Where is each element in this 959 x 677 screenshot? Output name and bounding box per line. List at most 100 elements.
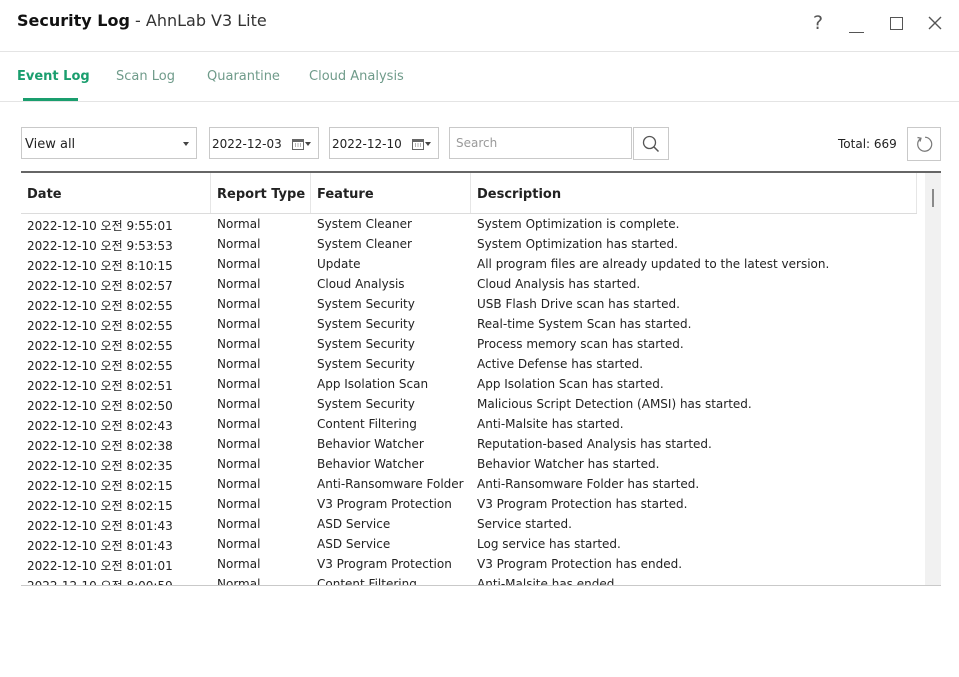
cell-date: 2022-12-10 오전 8:02:55: [27, 299, 173, 313]
cell-date: 2022-12-10 오전 8:01:43: [27, 539, 173, 553]
cell-feature: Behavior Watcher: [317, 457, 424, 471]
column-header-date[interactable]: Date: [21, 173, 211, 213]
end-date-picker[interactable]: 2022-12-10: [329, 127, 439, 159]
cell-report-type: Normal: [217, 477, 261, 491]
column-header-report-type[interactable]: Report Type: [211, 173, 311, 213]
cell-description: System Optimization has started.: [477, 237, 678, 251]
cell-feature: Cloud Analysis: [317, 277, 405, 291]
cell-feature: Content Filtering: [317, 417, 417, 431]
cell-feature: System Security: [317, 357, 415, 371]
cell-date: 2022-12-10 오전 9:55:01: [27, 219, 173, 233]
cell-date: 2022-12-10 오전 8:01:01: [27, 559, 173, 573]
column-header-label: Feature: [317, 187, 374, 202]
cell-description: Reputation-based Analysis has started.: [477, 437, 712, 451]
cell-report-type: Normal: [217, 357, 261, 371]
table-row[interactable]: 2022-12-10 오전 8:02:55 Normal System Securi…: [21, 314, 917, 334]
cell-report-type: Normal: [217, 277, 261, 291]
search-button[interactable]: [633, 127, 669, 160]
tab-event-log[interactable]: Event Log: [17, 69, 90, 84]
cell-report-type: Normal: [217, 257, 261, 271]
column-header-label: Description: [477, 187, 562, 202]
cell-date: 2022-12-10 오전 8:02:55: [27, 359, 173, 373]
cell-description: V3 Program Protection has ended.: [477, 557, 683, 571]
help-button[interactable]: ?: [803, 8, 833, 38]
chevron-down-icon: [183, 142, 189, 146]
search-input[interactable]: [449, 127, 632, 159]
view-filter-dropdown[interactable]: View all: [21, 127, 197, 159]
table-row[interactable]: 2022-12-10 오전 8:02:55 Normal System Securi…: [21, 294, 917, 314]
cell-description: V3 Program Protection has started.: [477, 497, 688, 511]
table-row[interactable]: 2022-12-10 오전 8:02:50 Normal System Securi…: [21, 394, 917, 414]
cell-date: 2022-12-10 오전 8:10:15: [27, 259, 173, 273]
cell-feature: V3 Program Protection: [317, 497, 452, 511]
search-icon: [642, 135, 660, 152]
cell-feature: System Security: [317, 317, 415, 331]
table-row[interactable]: 2022-12-10 오전 8:02:38 Normal Behavior Watc…: [21, 434, 917, 454]
cell-feature: App Isolation Scan: [317, 377, 429, 391]
scrollbar-thumb[interactable]: [932, 189, 934, 207]
table-row[interactable]: 2022-12-10 오전 8:02:43 Normal Content Filte…: [21, 414, 917, 434]
table-row[interactable]: 2022-12-10 오전 8:02:55 Normal System Securi…: [21, 354, 917, 374]
cell-date: 2022-12-10 오전 8:02:43: [27, 419, 173, 433]
cell-description: All program files are already updated to…: [477, 257, 830, 271]
refresh-icon: [917, 136, 933, 152]
table-row[interactable]: 2022-12-10 오전 8:10:15 Normal Update All pro…: [21, 254, 917, 274]
cell-feature: System Cleaner: [317, 237, 412, 251]
view-filter-value: View all: [25, 137, 76, 152]
cell-description: Anti-Malsite has ended.: [477, 577, 619, 586]
cell-description: Behavior Watcher has started.: [477, 457, 660, 471]
column-header-feature[interactable]: Feature: [311, 173, 471, 213]
table-row[interactable]: 2022-12-10 오전 8:02:51 Normal App Isolation…: [21, 374, 917, 394]
cell-report-type: Normal: [217, 577, 261, 586]
close-button[interactable]: [920, 8, 950, 38]
minimize-icon: [848, 31, 864, 33]
tab-cloud-analysis[interactable]: Cloud Analysis: [309, 69, 404, 84]
table-row[interactable]: 2022-12-10 오전 8:02:35 Normal Behavior Watc…: [21, 454, 917, 474]
cell-feature: System Security: [317, 337, 415, 351]
cell-feature: ASD Service: [317, 537, 391, 551]
cell-date: 2022-12-10 오전 8:02:57: [27, 279, 173, 293]
maximize-button[interactable]: [881, 8, 911, 38]
cell-date: 2022-12-10 오전 8:02:51: [27, 379, 173, 393]
window-title-app: - AhnLab V3 Lite: [129, 11, 267, 30]
table-row[interactable]: 2022-12-10 오전 8:02:15 Normal V3 Program Pr…: [21, 494, 917, 514]
table-row[interactable]: 2022-12-10 오전 8:00:59 Normal Content Filte…: [21, 574, 917, 586]
cell-feature: Content Filtering: [317, 577, 417, 586]
cell-description: Active Defense has started.: [477, 357, 644, 371]
tab-scan-log[interactable]: Scan Log: [116, 69, 175, 84]
calendar-icon: [412, 139, 424, 150]
cell-feature: System Security: [317, 397, 415, 411]
table-row[interactable]: 2022-12-10 오전 8:02:55 Normal System Securi…: [21, 334, 917, 354]
cell-report-type: Normal: [217, 397, 261, 411]
cell-feature: Anti-Ransomware Folder: [317, 477, 464, 491]
column-header-label: Report Type: [217, 187, 306, 202]
chevron-down-icon: [305, 142, 311, 146]
calendar-icon: [292, 139, 304, 150]
column-header-description[interactable]: Description: [471, 173, 917, 213]
start-date-picker[interactable]: 2022-12-03: [209, 127, 319, 159]
cell-feature: ASD Service: [317, 517, 391, 531]
table-row[interactable]: 2022-12-10 오전 8:02:57 Normal Cloud Analysi…: [21, 274, 917, 294]
column-header-label: Date: [27, 187, 62, 202]
table-row[interactable]: 2022-12-10 오전 9:53:53 Normal System Cleane…: [21, 234, 917, 254]
chevron-down-icon: [425, 142, 431, 146]
minimize-button[interactable]: [841, 8, 871, 38]
refresh-button[interactable]: [907, 127, 941, 161]
tab-quarantine[interactable]: Quarantine: [207, 69, 280, 84]
table-row[interactable]: 2022-12-10 오전 8:01:43 Normal ASD Service Lo…: [21, 534, 917, 554]
window-title-bold: Security Log: [17, 11, 130, 30]
cell-report-type: Normal: [217, 217, 261, 231]
cell-feature: V3 Program Protection: [317, 557, 452, 571]
cell-date: 2022-12-10 오전 8:00:59: [27, 579, 173, 586]
table-header: Date Report Type Feature Description: [21, 173, 917, 214]
cell-report-type: Normal: [217, 417, 261, 431]
table-row[interactable]: 2022-12-10 오전 8:02:15 Normal Anti-Ransomwa…: [21, 474, 917, 494]
table-row[interactable]: 2022-12-10 오전 8:01:01 Normal V3 Program Pr…: [21, 554, 917, 574]
table-row[interactable]: 2022-12-10 오전 8:01:43 Normal ASD Service Se…: [21, 514, 917, 534]
total-count: Total: 669: [838, 137, 897, 151]
table-row[interactable]: 2022-12-10 오전 9:55:01 Normal System Cleane…: [21, 214, 917, 234]
vertical-scrollbar[interactable]: [925, 173, 941, 585]
cell-date: 2022-12-10 오전 8:02:15: [27, 479, 173, 493]
cell-report-type: Normal: [217, 457, 261, 471]
cell-date: 2022-12-10 오전 8:02:50: [27, 399, 173, 413]
